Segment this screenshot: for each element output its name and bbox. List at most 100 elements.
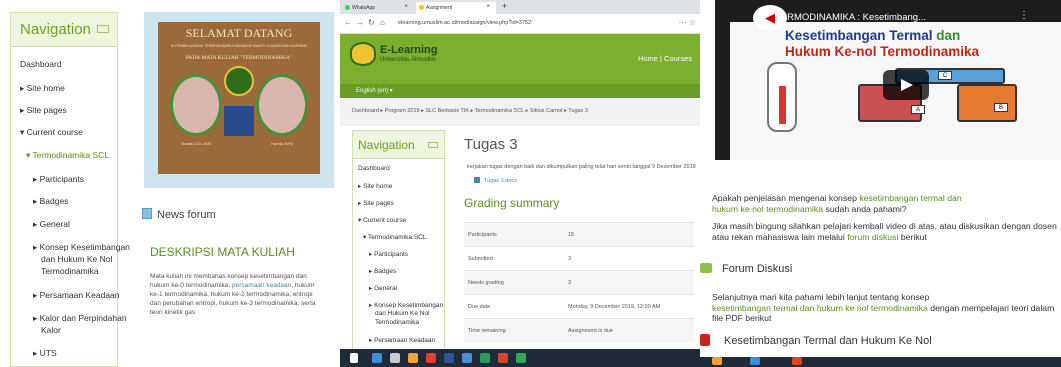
video-heading-2: Hukum Ke-nol Termodinamika [785, 44, 980, 59]
paragraph-2: Jika masih bingung silahkan pelajari kem… [712, 221, 1057, 242]
nav-item-site-home[interactable]: ▸ Site home [20, 83, 65, 94]
video-title[interactable]: TERMODINAMIKA : Kesetimbang... [775, 12, 926, 23]
table-row: Participants 15 [464, 222, 694, 246]
banner-subtitle: DI PEMBELAJARAN TERMODINAMIKA BERBASIS S… [170, 44, 308, 48]
forum-icon [142, 208, 152, 219]
nav-item-badges[interactable]: ▸ Badges [33, 196, 68, 207]
browser-tab-bar: WhatsApp × Assignment × + [340, 0, 700, 14]
language-menu[interactable]: English (en) ▾ [340, 84, 700, 98]
tab-assignment[interactable]: Assignment × [416, 2, 496, 14]
file-explorer-icon[interactable] [408, 353, 418, 363]
forum-diskusi-item[interactable]: Forum Diskusi [700, 263, 792, 275]
nav-item-site-home[interactable]: ▸ Site home [358, 182, 392, 190]
nav-item-konsep-line3[interactable]: Termodinamika [375, 319, 419, 326]
nav-item-current-course[interactable]: ▾ Current course [20, 127, 83, 138]
nav-item-dashboard[interactable]: Dashboard [20, 59, 62, 69]
nav-item-konsep-line2[interactable]: dan Hukum Ke Nol [375, 310, 430, 317]
table-row: Due date Monday, 9 December 2019, 12:00 A… [464, 294, 694, 318]
banner-course: PADA MATA KULIAH "TERMODINAMIKA" [185, 55, 293, 61]
course-page-panel: Navigation Dashboard ▸ Site home ▸ Site … [0, 0, 340, 367]
nav-item-kalor-line2[interactable]: Kalor [41, 325, 61, 335]
banner-title: SELAMAT DATANG [185, 26, 293, 40]
university-logo [224, 66, 254, 96]
nav-item-general[interactable]: ▸ General [33, 219, 70, 230]
label-c: C [938, 71, 952, 80]
file-explorer-icon[interactable] [712, 357, 722, 365]
paragraph-1: Apakah penjelasan mengenai konsep keseti… [712, 193, 962, 214]
start-icon[interactable] [350, 353, 358, 363]
more-options-icon[interactable]: ⋮ [1019, 10, 1029, 21]
app-icon[interactable] [750, 357, 760, 365]
news-forum-link[interactable]: News forum [142, 208, 216, 221]
navigation-header: Navigation [353, 131, 444, 159]
assignment-page-panel: WhatsApp × Assignment × + ← → ↻ ⌂ elearnin… [340, 0, 700, 367]
home-courses-links[interactable]: Home | Courses [638, 54, 692, 63]
nav-item-site-pages[interactable]: ▸ Site pages [358, 199, 394, 207]
powerpoint-icon[interactable] [498, 353, 508, 363]
back-icon[interactable]: ← [344, 18, 352, 27]
nav-item-participants[interactable]: ▸ Participants [33, 174, 84, 185]
nav-item-course[interactable]: ▾ Termodinamika SCL [363, 233, 426, 241]
forum-icon [700, 263, 712, 273]
persamaan-keadaan-link[interactable]: persamaan keadaan [232, 282, 291, 289]
lecturer-2-name: Harmia, M.Pd [271, 142, 293, 146]
excel-icon[interactable] [480, 353, 490, 363]
video-player[interactable]: ◀ TERMODINAMIKA : Kesetimbang... ⋮ Keset… [715, 0, 1061, 160]
taskbar-strip [700, 357, 1061, 367]
browser-menu-icon[interactable]: ⋯ ☆ [679, 18, 696, 27]
nav-item-dashboard[interactable]: Dashboard [358, 165, 390, 172]
paragraph-3: Selanjutnya mari kita pahami lebih lanju… [712, 292, 1055, 323]
close-tab-icon[interactable]: × [486, 4, 490, 10]
app-icon[interactable] [792, 357, 802, 365]
chrome-icon[interactable] [516, 353, 526, 363]
forum-diskusi-link[interactable]: forum diskusi [847, 232, 898, 242]
dock-icon[interactable] [428, 142, 438, 148]
program-logo [224, 106, 254, 136]
home-icon[interactable]: ⌂ [380, 18, 385, 27]
reload-icon[interactable]: ↻ [368, 18, 375, 27]
play-button[interactable] [883, 70, 929, 100]
nav-item-site-pages[interactable]: ▸ Site pages [20, 105, 67, 116]
assignment-instruction: kerjakan tugas dengan baik dan dikumpulk… [467, 164, 696, 170]
nav-item-kalor[interactable]: ▸ Kalor dan Perpindahan [33, 313, 127, 324]
nav-item-uts[interactable]: ▸ UTS [33, 348, 57, 359]
edge-icon[interactable] [372, 353, 382, 363]
navigation-header: Navigation [11, 13, 117, 47]
video-heading-1: Kesetimbangan Termal dan [785, 28, 961, 43]
forward-icon[interactable]: → [356, 18, 364, 27]
banner-image: SELAMAT DATANG DI PEMBELAJARAN TERMODINA… [158, 22, 320, 174]
tab-whatsapp[interactable]: WhatsApp × [342, 2, 414, 14]
nav-item-badges[interactable]: ▸ Badges [369, 267, 396, 275]
site-subtitle: Universitas Almuslim [380, 57, 436, 63]
url-field[interactable]: elearning.umuslim.ac.id/mod/assign/view.… [398, 20, 531, 26]
windows-taskbar [340, 349, 700, 367]
pdf-resource-item[interactable]: Kesetimbangan Termal dan Hukum Ke Nol [700, 334, 932, 347]
nav-item-konsep[interactable]: ▸ Konsep Kesetimbangan [33, 242, 130, 253]
word-icon[interactable] [444, 353, 454, 363]
table-row: Needs grading 3 [464, 270, 694, 294]
dock-icon[interactable] [97, 25, 109, 33]
nav-item-participants[interactable]: ▸ Participants [369, 250, 408, 258]
nav-item-persamaan[interactable]: ▸ Persamaan Keadaan [369, 336, 435, 344]
site-header: E-Learning Universitas Almuslim Home | C… [340, 34, 700, 84]
store-icon[interactable] [390, 353, 400, 363]
attachment-link[interactable]: Tugas 3.docx [474, 177, 517, 184]
nav-item-konsep[interactable]: ▸ Konsep Kesetimbangan [369, 301, 443, 309]
address-bar: ← → ↻ ⌂ elearning.umuslim.ac.id/mod/assi… [340, 14, 700, 34]
lesson-page-panel: ◀ TERMODINAMIKA : Kesetimbang... ⋮ Keset… [700, 0, 1061, 367]
nav-item-current-course[interactable]: ▾ Current course [358, 216, 406, 224]
nav-item-konsep-line2[interactable]: dan Hukum Ke Nol [41, 254, 112, 264]
breadcrumb: Dashboard ▸ Program 2019 ▸ SLC Berbasis … [340, 98, 700, 126]
section-title: DESKRIPSI MATA KULIAH [150, 245, 295, 259]
moodle-icon [419, 5, 424, 10]
nav-item-general[interactable]: ▸ General [369, 284, 397, 292]
new-tab-icon[interactable]: + [502, 1, 507, 11]
mail-icon[interactable] [462, 353, 472, 363]
firefox-icon[interactable] [426, 353, 436, 363]
nav-item-course[interactable]: ▾ Termodinamika SCL [26, 150, 109, 161]
navigation-block: Navigation Dashboard ▸ Site home ▸ Site … [10, 12, 130, 367]
nav-item-konsep-line3[interactable]: Termodinamika [41, 266, 99, 276]
site-logo[interactable] [350, 42, 376, 66]
close-tab-icon[interactable]: × [404, 4, 408, 10]
nav-item-persamaan[interactable]: ▸ Persamaan Keadaan [33, 290, 120, 301]
